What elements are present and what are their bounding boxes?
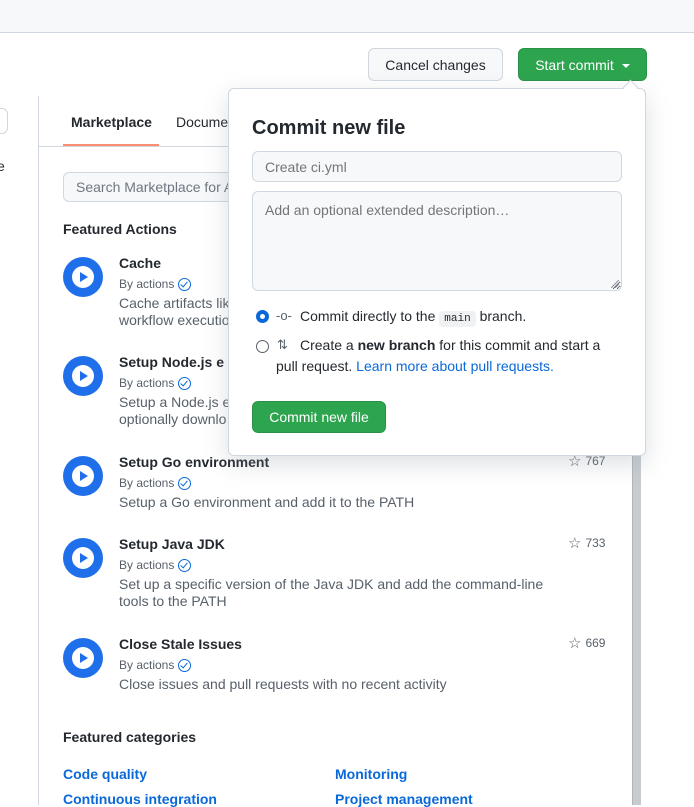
desc-line-1: Set up a specific version of the Java JD… bbox=[119, 576, 544, 592]
tab-active-indicator bbox=[63, 144, 159, 146]
action-author: By actions bbox=[119, 277, 192, 291]
featured-actions-title: Featured Actions bbox=[63, 221, 177, 237]
option-new-post: for this commit and start a bbox=[439, 337, 601, 353]
author-text: By actions bbox=[119, 658, 175, 672]
commit-new-file-button[interactable]: Commit new file bbox=[252, 401, 386, 433]
option-new-bold: new branch bbox=[357, 337, 436, 353]
desc-line-2: optionally downlo bbox=[119, 411, 227, 427]
play-icon bbox=[63, 257, 103, 297]
action-author: By actions bbox=[119, 476, 192, 490]
desc-line-1: Setup a Go environment and add it to the… bbox=[119, 494, 415, 510]
star-icon: ☆ bbox=[568, 635, 582, 652]
left-sidebar-text: e bbox=[0, 158, 5, 174]
play-icon bbox=[63, 456, 103, 496]
category-link-monitoring[interactable]: Monitoring bbox=[335, 766, 407, 782]
action-author: By actions bbox=[119, 558, 192, 572]
popover-title: Commit new file bbox=[252, 117, 406, 139]
star-count-value: 767 bbox=[585, 454, 606, 468]
learn-more-link[interactable]: Learn more about pull requests. bbox=[356, 358, 554, 374]
action-name[interactable]: Cache bbox=[119, 255, 161, 271]
caret-down-icon bbox=[621, 63, 630, 68]
desc-line-1: Cache artifacts lik bbox=[119, 295, 230, 311]
option-new-branch-line1[interactable]: Create a new branch for this commit and … bbox=[300, 335, 600, 356]
star-count[interactable]: ☆ 669 bbox=[568, 634, 605, 652]
star-count[interactable]: ☆ 733 bbox=[568, 534, 605, 552]
radio-new-branch[interactable] bbox=[256, 340, 269, 353]
author-text: By actions bbox=[119, 277, 175, 291]
tab-marketplace[interactable]: Marketplace bbox=[71, 114, 152, 130]
action-name[interactable]: Setup Java JDK bbox=[119, 536, 225, 552]
branch-name: main bbox=[439, 311, 476, 327]
desc-line-2: workflow executio bbox=[119, 312, 230, 328]
git-commit-icon: -o- bbox=[276, 308, 292, 323]
author-text: By actions bbox=[119, 376, 175, 390]
verified-icon bbox=[178, 558, 192, 572]
tab-documentation[interactable]: Docume bbox=[176, 114, 228, 130]
star-icon: ☆ bbox=[568, 535, 582, 552]
start-commit-label: Start commit bbox=[535, 56, 614, 73]
action-author: By actions bbox=[119, 376, 192, 390]
desc-line-1: Close issues and pull requests with no r… bbox=[119, 676, 447, 692]
left-sidebar-input[interactable] bbox=[0, 108, 8, 134]
verified-icon bbox=[178, 658, 192, 672]
play-icon bbox=[63, 356, 103, 396]
action-description: Setup a Go environment and add it to the… bbox=[119, 494, 559, 511]
resize-grip-icon[interactable] bbox=[611, 280, 619, 288]
start-commit-button[interactable]: Start commit bbox=[518, 48, 647, 81]
commit-description-textarea[interactable] bbox=[252, 191, 622, 291]
commit-summary-input[interactable] bbox=[252, 151, 622, 182]
author-text: By actions bbox=[119, 558, 175, 572]
play-icon bbox=[63, 638, 103, 678]
action-description: Close issues and pull requests with no r… bbox=[119, 676, 559, 693]
star-count-value: 733 bbox=[585, 536, 606, 550]
radio-commit-direct[interactable] bbox=[256, 310, 269, 323]
action-name[interactable]: Setup Go environment bbox=[119, 454, 269, 470]
top-bar bbox=[0, 0, 694, 33]
action-author: By actions bbox=[119, 658, 192, 672]
option-direct-pre: Commit directly to the bbox=[300, 308, 436, 324]
action-name[interactable]: Setup Node.js e bbox=[119, 354, 224, 370]
desc-line-2: tools to the PATH bbox=[119, 593, 227, 609]
cancel-changes-button[interactable]: Cancel changes bbox=[368, 48, 503, 81]
option-new-branch-line2: pull request. Learn more about pull requ… bbox=[276, 356, 554, 377]
option-commit-direct-text[interactable]: Commit directly to the main branch. bbox=[300, 306, 526, 330]
desc-line-1: Setup a Node.js e bbox=[119, 394, 231, 410]
option-new-line2: pull request. bbox=[276, 358, 353, 374]
option-new-pre: Create a bbox=[300, 337, 354, 353]
author-text: By actions bbox=[119, 476, 175, 490]
star-count-value: 669 bbox=[585, 636, 606, 650]
verified-icon bbox=[178, 277, 192, 291]
action-description: Set up a specific version of the Java JD… bbox=[119, 576, 559, 610]
action-name[interactable]: Close Stale Issues bbox=[119, 636, 242, 652]
verified-icon bbox=[178, 476, 192, 490]
option-direct-post: branch. bbox=[479, 308, 527, 324]
category-link-code-quality[interactable]: Code quality bbox=[63, 766, 147, 782]
featured-categories-title: Featured categories bbox=[63, 729, 197, 745]
scrollbar[interactable] bbox=[632, 440, 641, 805]
git-pull-request-icon: ⇅ bbox=[277, 337, 288, 352]
left-sidebar-edge bbox=[0, 96, 39, 805]
play-icon bbox=[63, 538, 103, 578]
verified-icon bbox=[178, 376, 192, 390]
